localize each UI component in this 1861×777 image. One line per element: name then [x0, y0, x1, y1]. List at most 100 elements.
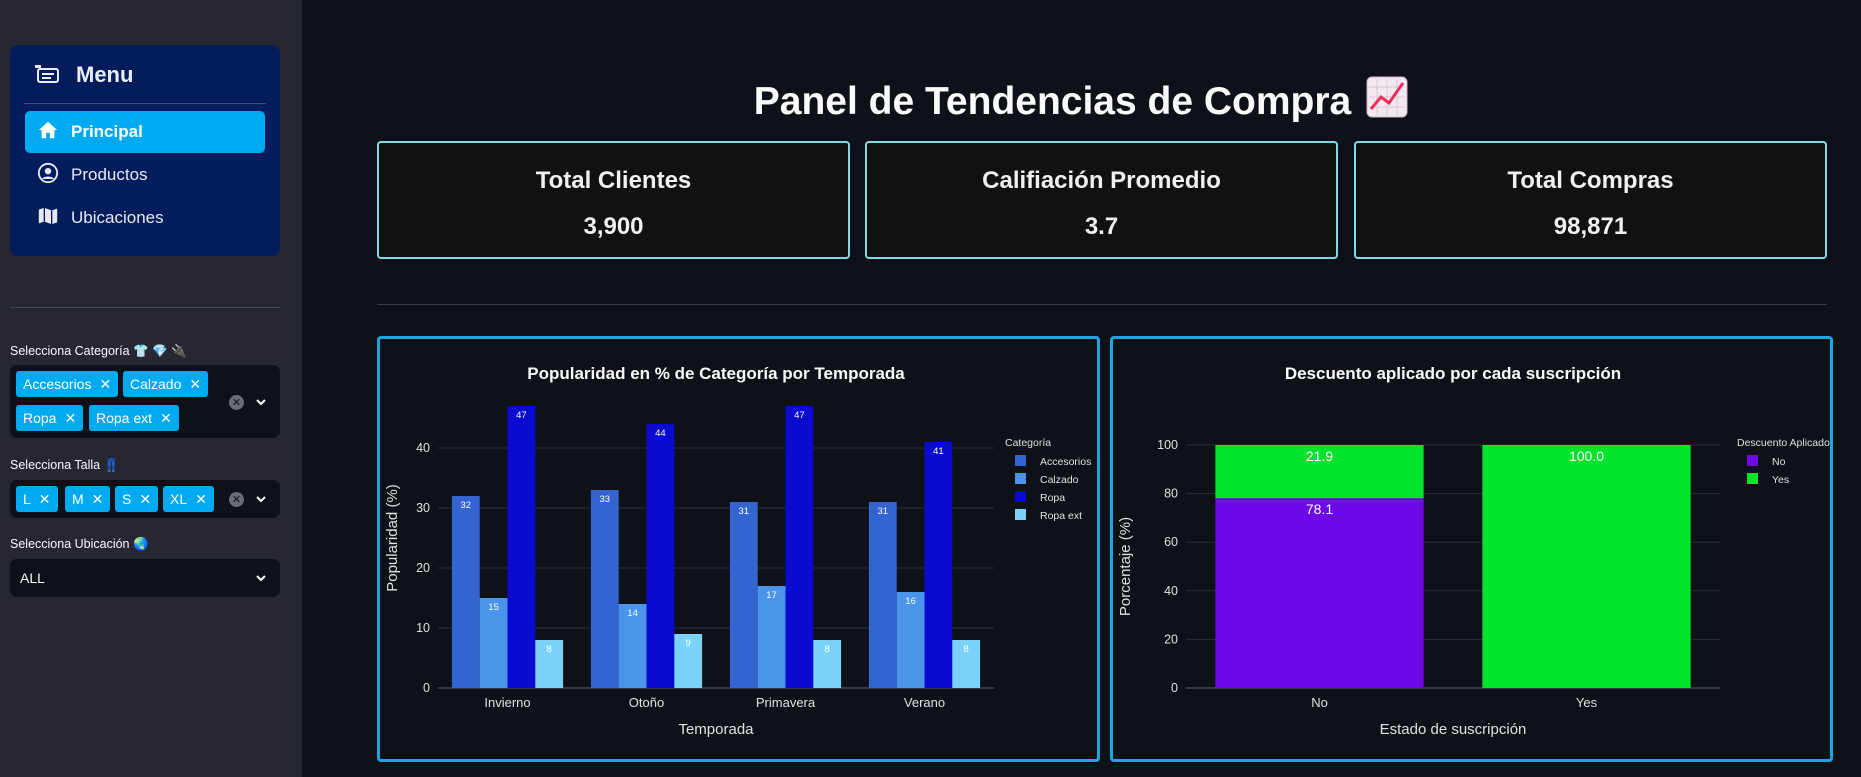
- legend-entry: Ropa ext: [1040, 510, 1082, 522]
- y-tick-label: 10: [416, 621, 430, 635]
- chart-popularidad: Popularidad en % de Categoría por Tempor…: [384, 364, 1091, 738]
- x-tick-label: Otoño: [629, 695, 664, 710]
- data-label: 31: [739, 506, 750, 517]
- legend-swatch: [1015, 509, 1026, 520]
- kpi-label: Califiación Promedio: [982, 167, 1221, 194]
- x-tick-label: Verano: [904, 695, 945, 710]
- data-label: 47: [516, 410, 527, 421]
- user-circle-icon: [37, 162, 59, 189]
- clear-all-icon[interactable]: ✕: [229, 492, 244, 507]
- chevron-down-icon[interactable]: [254, 571, 268, 585]
- remove-tag-icon[interactable]: ✕: [189, 376, 201, 393]
- tag-accesorios[interactable]: Accesorios ✕: [16, 371, 119, 397]
- data-label: 8: [825, 644, 830, 655]
- legend-entry: Ropa: [1040, 492, 1065, 504]
- data-label: 17: [766, 590, 777, 601]
- sidebar: Menu Principal Productos Ubicaciones Sel…: [0, 0, 302, 777]
- chevron-down-icon[interactable]: [254, 492, 268, 506]
- data-label: 8: [547, 644, 552, 655]
- kpi-value: 98,871: [1553, 213, 1628, 240]
- data-label: 41: [933, 446, 944, 457]
- sidebar-divider: [10, 307, 280, 308]
- bar: [868, 502, 897, 688]
- y-tick-label: 20: [1164, 632, 1178, 646]
- kpi-value: 3.7: [1084, 213, 1119, 240]
- size-multiselect[interactable]: L ✕ M ✕ S ✕ XL ✕ ✕: [10, 480, 280, 518]
- x-axis-title: Temporada: [678, 721, 754, 738]
- legend-title: Descuento Aplicado: [1737, 437, 1830, 449]
- legend-swatch: [1015, 491, 1026, 502]
- nav-item-ubicaciones[interactable]: Ubicaciones: [25, 197, 265, 239]
- y-tick-label: 20: [416, 561, 430, 575]
- tag-s[interactable]: S ✕: [115, 486, 159, 512]
- bar: [1215, 498, 1424, 688]
- y-axis-title: Porcentaje (%): [1117, 517, 1134, 616]
- y-tick-label: 60: [1164, 535, 1178, 549]
- tag-l[interactable]: L ✕: [16, 486, 58, 512]
- y-tick-label: 80: [1164, 487, 1178, 501]
- y-tick-label: 0: [423, 681, 430, 695]
- kpi-total-clientes: Total Clientes 3,900: [377, 141, 850, 259]
- remove-tag-icon[interactable]: ✕: [99, 376, 111, 393]
- tag-label: Ropa: [23, 410, 57, 426]
- tag-ropa-ext[interactable]: Ropa ext ✕: [89, 405, 179, 431]
- bar: [729, 502, 758, 688]
- home-icon: [37, 119, 59, 146]
- tag-xl[interactable]: XL ✕: [163, 486, 214, 512]
- location-select[interactable]: ALL: [10, 559, 280, 597]
- nav-menu: Menu Principal Productos Ubicaciones: [10, 45, 280, 256]
- bar: [507, 406, 536, 688]
- x-tick-label: No: [1311, 695, 1328, 710]
- tag-label: Accesorios: [23, 376, 92, 392]
- y-tick-label: 100: [1157, 438, 1178, 452]
- bar: [757, 586, 786, 688]
- remove-tag-icon[interactable]: ✕: [39, 491, 51, 508]
- bar: [590, 490, 619, 688]
- main-divider: [377, 304, 1827, 305]
- data-label: 21.9: [1306, 448, 1333, 464]
- remove-tag-icon[interactable]: ✕: [92, 491, 104, 508]
- data-label: 100.0: [1569, 448, 1604, 464]
- page-title-text: Panel de Tendencias de Compra: [753, 80, 1352, 123]
- legend-swatch: [1747, 473, 1758, 484]
- data-label: 15: [488, 602, 499, 613]
- chevron-down-icon[interactable]: [254, 395, 268, 409]
- tag-m[interactable]: M ✕: [65, 486, 111, 512]
- category-filter-label: Selecciona Categoría 👕 💎 🔌: [10, 344, 187, 358]
- nav-item-principal[interactable]: Principal: [25, 111, 265, 153]
- kpi-label: Total Compras: [1507, 167, 1674, 194]
- remove-tag-icon[interactable]: ✕: [195, 491, 207, 508]
- legend-entry: Accesorios: [1040, 456, 1091, 468]
- legend-entry: Yes: [1772, 474, 1789, 486]
- data-label: 78.1: [1306, 501, 1333, 517]
- chart-title: Descuento aplicado por cada suscripción: [1285, 364, 1621, 383]
- tag-ropa[interactable]: Ropa ✕: [16, 405, 84, 431]
- data-label: 14: [627, 608, 638, 619]
- chart-increasing-icon: [1365, 75, 1409, 129]
- nav-item-productos[interactable]: Productos: [25, 154, 265, 196]
- y-tick-label: 40: [416, 441, 430, 455]
- nav-item-label: Ubicaciones: [71, 208, 164, 227]
- data-label: 33: [600, 494, 611, 505]
- bar: [646, 424, 675, 688]
- data-label: 8: [964, 644, 969, 655]
- chart-title: Popularidad en % de Categoría por Tempor…: [527, 364, 905, 383]
- map-icon: [37, 205, 59, 232]
- legend-title: Categoría: [1005, 437, 1051, 449]
- y-tick-label: 0: [1171, 681, 1178, 695]
- tag-calzado[interactable]: Calzado ✕: [123, 371, 209, 397]
- remove-tag-icon[interactable]: ✕: [139, 491, 151, 508]
- tag-label: Calzado: [130, 376, 182, 392]
- chart-descuento: Descuento aplicado por cada suscripción 0…: [1117, 364, 1830, 738]
- category-multiselect[interactable]: Accesorios ✕ Calzado ✕ Ropa ✕ Ropa ext ✕ ✕: [10, 365, 280, 438]
- tag-label: S: [122, 491, 132, 507]
- menu-header: Menu: [34, 60, 133, 90]
- remove-tag-icon[interactable]: ✕: [64, 410, 76, 427]
- data-label: 9: [686, 638, 691, 649]
- chart-card-descuento: Descuento aplicado por cada suscripción 0…: [1110, 336, 1833, 762]
- x-tick-label: Yes: [1576, 695, 1598, 710]
- tag-label: L: [23, 491, 31, 507]
- remove-tag-icon[interactable]: ✕: [160, 410, 172, 427]
- clear-all-icon[interactable]: ✕: [229, 395, 244, 410]
- bar: [785, 406, 814, 688]
